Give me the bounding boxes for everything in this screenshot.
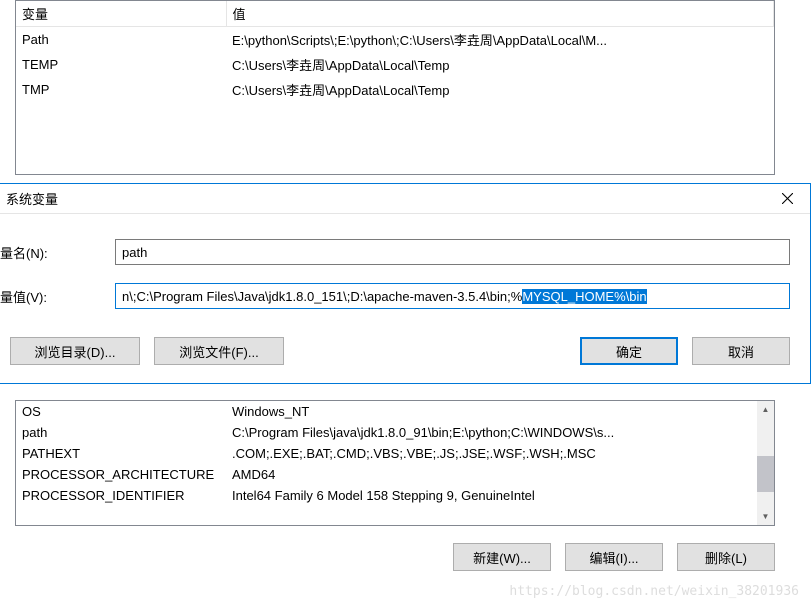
table-row[interactable]: OS Windows_NT [16,401,757,422]
close-icon [782,193,793,204]
cell-var: TEMP [16,52,226,77]
cell-val: E:\python\Scripts\;E:\python\;C:\Users\李… [226,27,774,53]
scrollbar-thumb[interactable] [757,456,774,492]
close-button[interactable] [764,184,810,214]
cell-val: C:\Program Files\java\jdk1.8.0_91\bin;E:… [226,422,757,443]
cell-var: path [16,422,226,443]
browse-directory-button[interactable]: 浏览目录(D)... [10,337,140,365]
watermark-text: https://blog.csdn.net/weixin_38201936 [509,584,799,599]
edit-button[interactable]: 编辑(I)... [565,543,663,571]
table-row[interactable]: PROCESSOR_ARCHITECTURE AMD64 [16,464,757,485]
scroll-up-arrow-icon[interactable]: ▲ [757,401,774,418]
cell-var: TMP [16,77,226,102]
table-row[interactable]: PATHEXT .COM;.EXE;.BAT;.CMD;.VBS;.VBE;.J… [16,443,757,464]
new-button[interactable]: 新建(W)... [453,543,551,571]
variable-name-label: 量名(N): [0,243,115,262]
system-vars-table[interactable]: OS Windows_NT path C:\Program Files\java… [15,400,775,526]
delete-button[interactable]: 删除(L) [677,543,775,571]
table-row[interactable]: path C:\Program Files\java\jdk1.8.0_91\b… [16,422,757,443]
variable-name-input[interactable] [115,239,790,265]
edit-system-variable-dialog: 系统变量 量名(N): 量值(V): n\;C:\Program Files\J… [0,183,811,384]
value-prefix: n\;C:\Program Files\Java\jdk1.8.0_151\;D… [122,289,522,304]
cell-var: PROCESSOR_ARCHITECTURE [16,464,226,485]
scroll-down-arrow-icon[interactable]: ▼ [757,508,774,525]
cell-val: C:\Users\李垚周\AppData\Local\Temp [226,77,774,102]
ok-button[interactable]: 确定 [580,337,678,365]
cell-val: AMD64 [226,464,757,485]
cell-val: .COM;.EXE;.BAT;.CMD;.VBS;.VBE;.JS;.JSE;.… [226,443,757,464]
cell-val: Windows_NT [226,401,757,422]
dialog-titlebar[interactable]: 系统变量 [0,184,810,214]
scrollbar-vertical[interactable]: ▲ ▼ [757,401,774,525]
cell-val: C:\Users\李垚周\AppData\Local\Temp [226,52,774,77]
value-selected: MYSQL_HOME%\bin [522,289,646,304]
cell-var: Path [16,27,226,53]
cancel-button[interactable]: 取消 [692,337,790,365]
table-header-row: 变量 值 [16,1,774,27]
table-row[interactable]: TMP C:\Users\李垚周\AppData\Local\Temp [16,77,774,102]
cell-val: Intel64 Family 6 Model 158 Stepping 9, G… [226,485,757,506]
cell-var: PATHEXT [16,443,226,464]
header-value[interactable]: 值 [226,1,774,27]
table-row[interactable]: Path E:\python\Scripts\;E:\python\;C:\Us… [16,27,774,53]
cell-var: PROCESSOR_IDENTIFIER [16,485,226,506]
browse-file-button[interactable]: 浏览文件(F)... [154,337,284,365]
cell-var: OS [16,401,226,422]
system-vars-button-row: 新建(W)... 编辑(I)... 删除(L) [15,543,775,571]
dialog-title: 系统变量 [6,189,58,208]
user-vars-table[interactable]: 变量 值 Path E:\python\Scripts\;E:\python\;… [15,0,775,175]
table-row[interactable]: TEMP C:\Users\李垚周\AppData\Local\Temp [16,52,774,77]
variable-value-input[interactable]: n\;C:\Program Files\Java\jdk1.8.0_151\;D… [115,283,790,309]
header-variable[interactable]: 变量 [16,1,226,27]
table-row[interactable]: PROCESSOR_IDENTIFIER Intel64 Family 6 Mo… [16,485,757,506]
variable-value-label: 量值(V): [0,287,115,306]
